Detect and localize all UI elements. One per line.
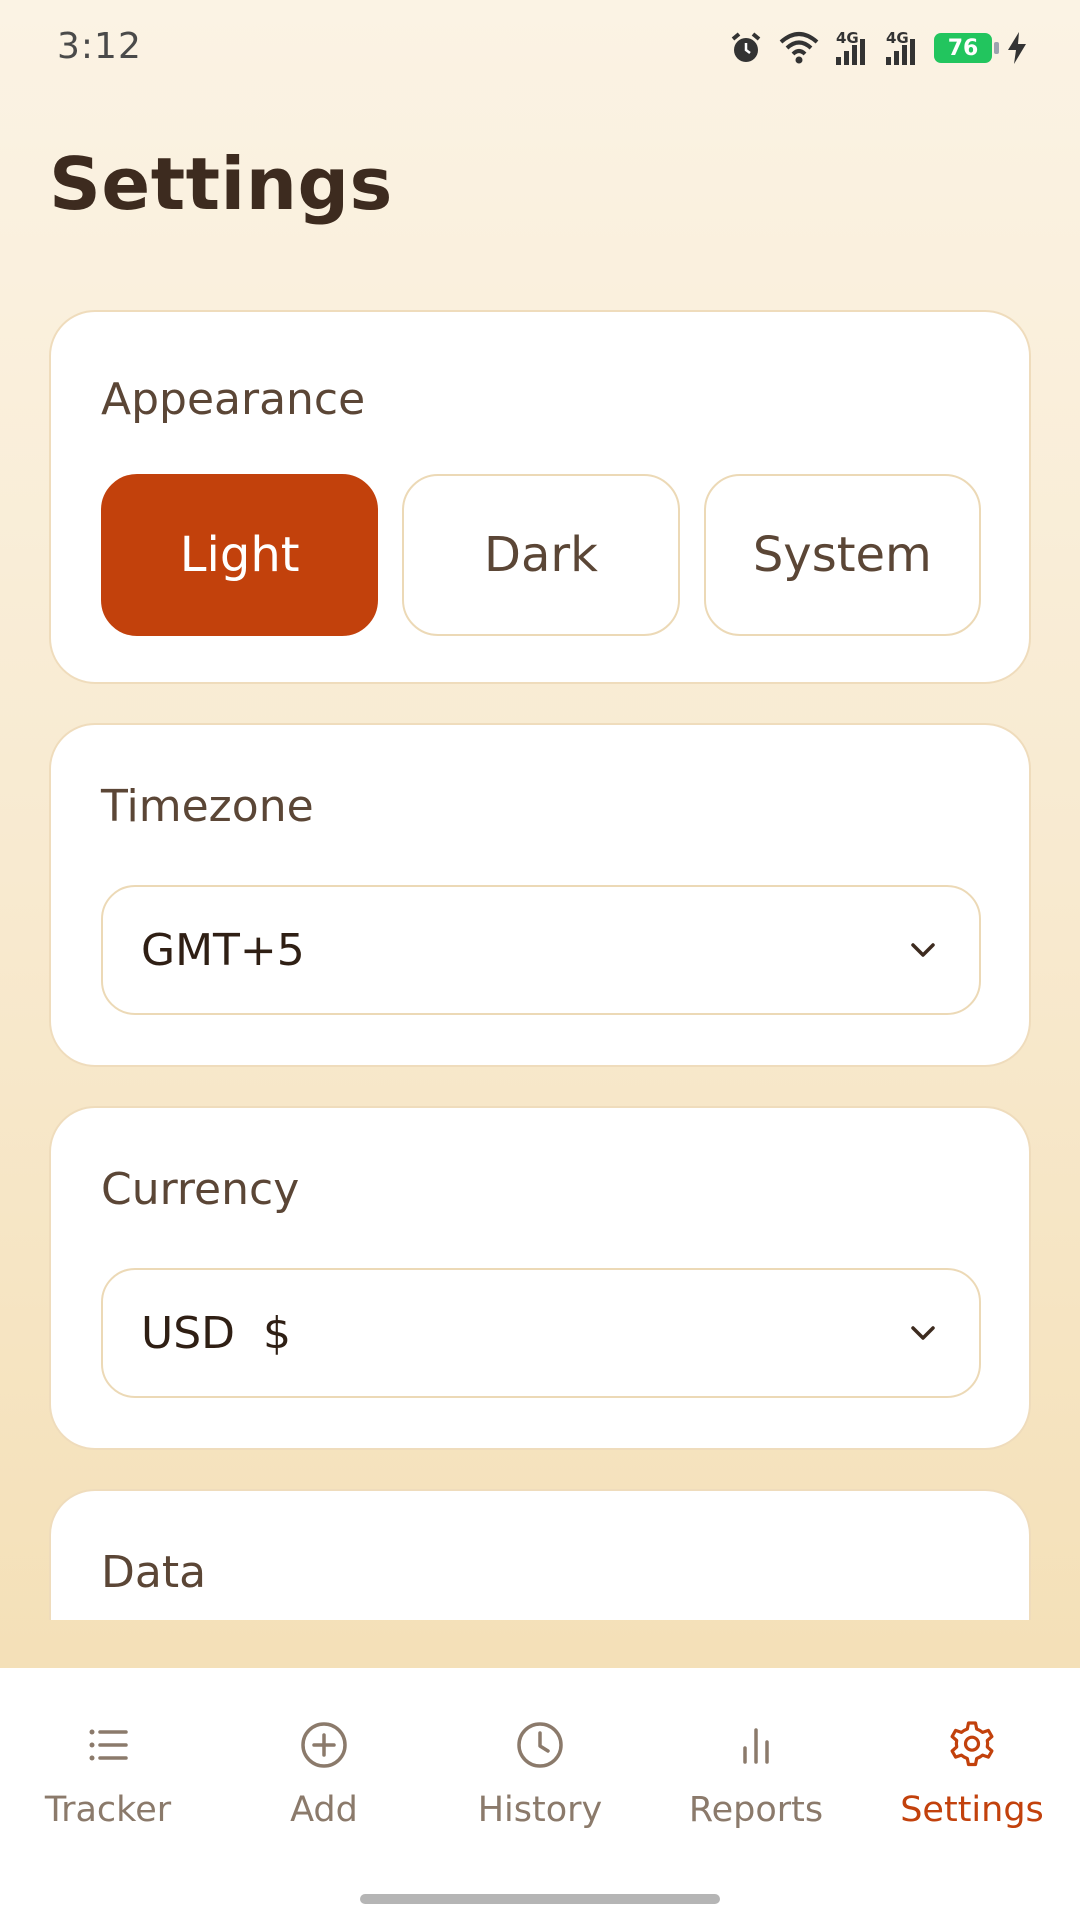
- currency-select[interactable]: USD $: [101, 1268, 981, 1398]
- timezone-value: GMT+5: [141, 924, 305, 976]
- signal-icon: 4G: [884, 29, 920, 67]
- nav-item-settings[interactable]: Settings: [864, 1718, 1080, 1858]
- nav-label-reports: Reports: [688, 1790, 824, 1830]
- gear-icon: [950, 1721, 994, 1767]
- nav-label-history: History: [477, 1790, 603, 1830]
- nav-label-add: Add: [290, 1790, 358, 1830]
- charging-icon: [1008, 32, 1026, 64]
- page-title: Settings: [49, 142, 393, 226]
- timezone-card: Timezone GMT+5: [49, 723, 1031, 1067]
- settings-scroll-area[interactable]: Appearance Light Dark System Timezone GM…: [0, 300, 1080, 1620]
- chevron-down-icon: [911, 943, 935, 957]
- nav-item-tracker[interactable]: Tracker: [0, 1718, 216, 1858]
- nav-item-reports[interactable]: Reports: [648, 1718, 864, 1858]
- nav-label-tracker: Tracker: [44, 1790, 172, 1830]
- appearance-title: Appearance: [101, 374, 366, 425]
- currency-card: Currency USD $: [49, 1106, 1031, 1450]
- nav-item-history[interactable]: History: [432, 1718, 648, 1858]
- appearance-card: Appearance Light Dark System: [49, 310, 1031, 684]
- timezone-select[interactable]: GMT+5: [101, 885, 981, 1015]
- wifi-icon: [779, 32, 819, 64]
- status-time: 3:12: [57, 26, 142, 67]
- home-indicator[interactable]: [360, 1894, 720, 1904]
- data-card: Data: [49, 1489, 1031, 1620]
- currency-value: USD $: [141, 1307, 291, 1359]
- status-bar: 3:12 4G 4G 76: [0, 0, 1080, 100]
- nav-label-settings: Settings: [900, 1790, 1044, 1830]
- plus-circle-icon: [301, 1722, 347, 1768]
- appearance-option-light[interactable]: Light: [101, 474, 379, 636]
- list-icon: [89, 1729, 128, 1761]
- appearance-segmented-control: Light Dark System: [101, 474, 981, 636]
- chevron-down-icon: [911, 1326, 935, 1340]
- signal-icon: 4G: [834, 29, 870, 67]
- appearance-option-system[interactable]: System: [703, 474, 981, 636]
- battery-icon: 76: [934, 33, 999, 63]
- data-title: Data: [101, 1547, 207, 1598]
- timezone-title: Timezone: [101, 781, 314, 832]
- bar-chart-icon: [743, 1728, 769, 1764]
- appearance-option-dark[interactable]: Dark: [402, 474, 680, 636]
- alarm-icon: [731, 32, 761, 62]
- network-type-label: 4G: [836, 29, 859, 47]
- nav-item-add[interactable]: Add: [216, 1718, 432, 1858]
- status-icons: 4G 4G 76: [728, 26, 1028, 70]
- clock-icon: [517, 1722, 563, 1768]
- bottom-navigation: Tracker Add History Reports Settings: [0, 1668, 1080, 1920]
- currency-title: Currency: [101, 1164, 300, 1215]
- network-type-label: 4G: [886, 29, 909, 47]
